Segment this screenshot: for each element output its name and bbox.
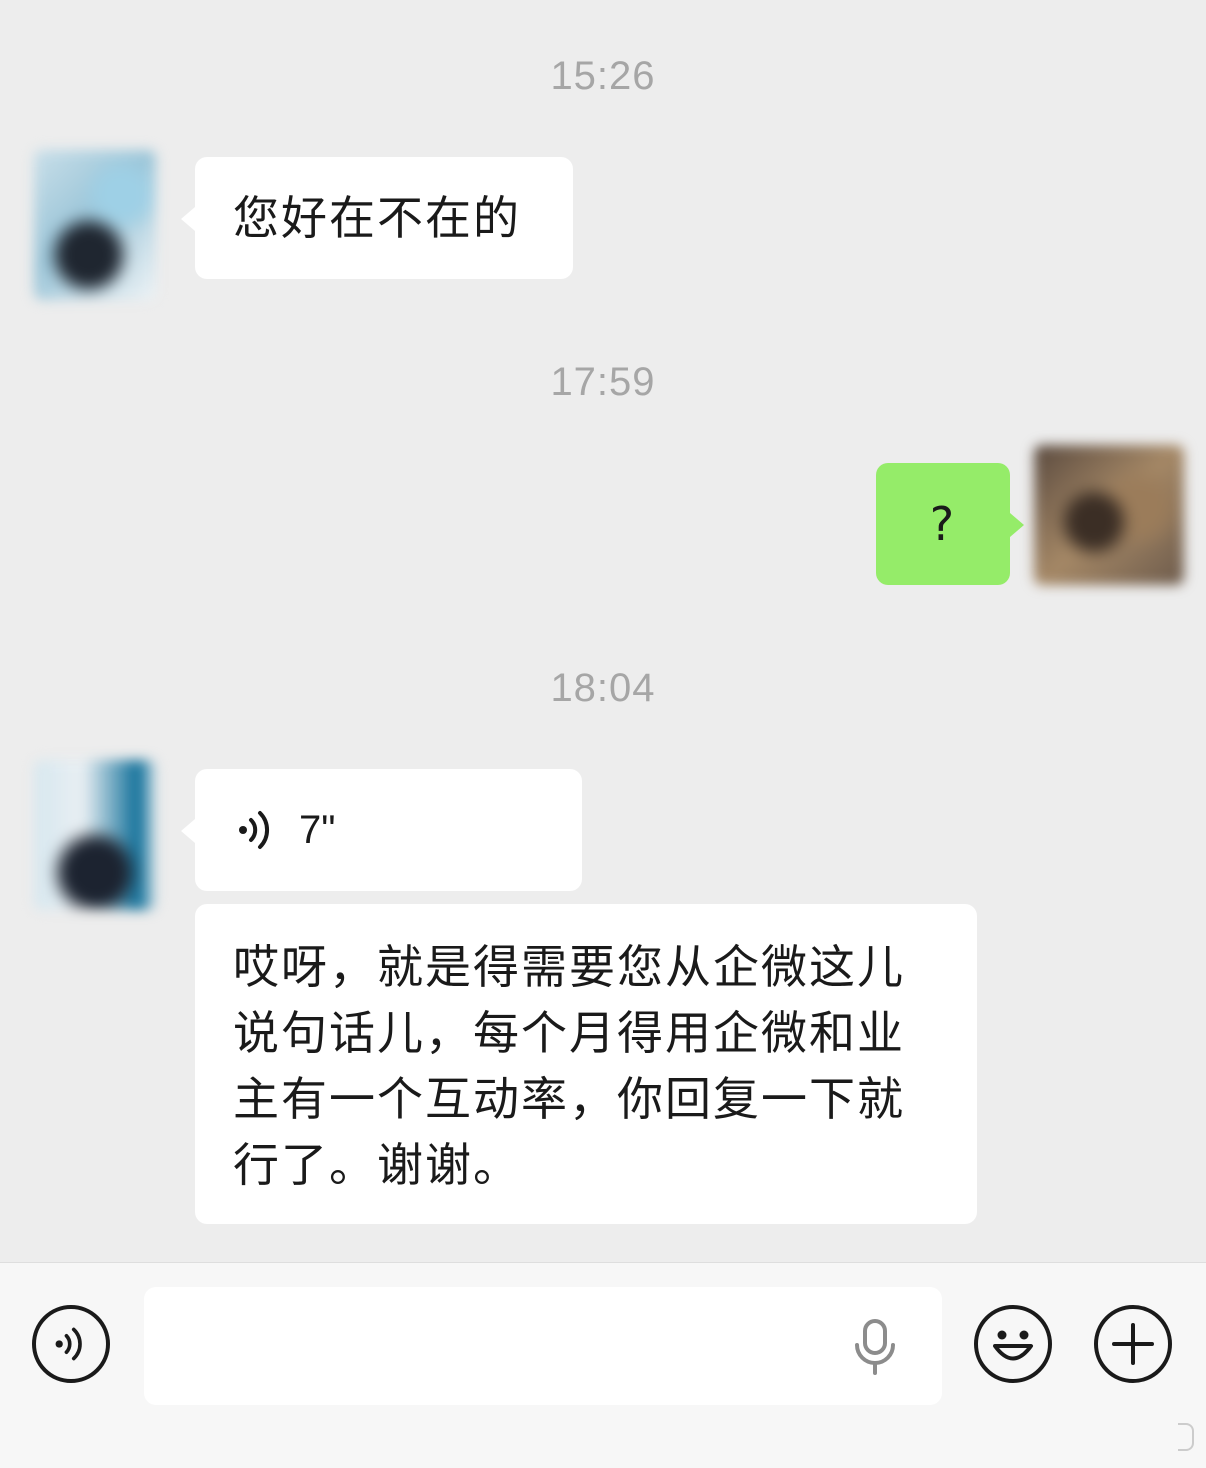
contact-avatar[interactable]: [34, 150, 156, 300]
emoji-button[interactable]: [974, 1305, 1052, 1383]
input-toolbar: [0, 1262, 1206, 1468]
voice-mode-icon: [55, 1327, 82, 1361]
my-avatar[interactable]: [1034, 445, 1184, 585]
transcription-bubble[interactable]: 哎呀，就是得需要您从企微这儿说句话儿，每个月得用企微和业主有一个互动率，你回复一…: [195, 904, 977, 1224]
more-options-button[interactable]: [1094, 1305, 1172, 1383]
message-text: 您好在不在的: [233, 191, 521, 245]
outgoing-message-bubble[interactable]: ?: [876, 463, 1024, 585]
microphone-icon[interactable]: [850, 1317, 900, 1377]
voice-wave-icon: [239, 811, 270, 849]
timestamp: 17:59: [550, 360, 656, 404]
chat-area: 15:26 您好在不在的 17:59 ? 18:04 7" 哎呀，就是得需要您从…: [0, 0, 1206, 1262]
voice-duration: 7": [299, 807, 336, 852]
voice-mode-button[interactable]: [32, 1305, 110, 1383]
watermark-mark: [1178, 1423, 1194, 1451]
message-text: ?: [929, 497, 957, 551]
contact-avatar[interactable]: [34, 760, 156, 910]
timestamp: 15:26: [550, 54, 656, 98]
timestamp: 18:04: [550, 666, 656, 710]
plus-icon: [1112, 1323, 1154, 1365]
incoming-message-bubble[interactable]: 您好在不在的: [181, 157, 573, 279]
message-text: 哎呀，就是得需要您从企微这儿说句话儿，每个月得用企微和业主有一个互动率，你回复一…: [233, 940, 905, 1192]
voice-message-bubble[interactable]: 7": [181, 769, 582, 891]
message-input[interactable]: [144, 1287, 942, 1405]
emoji-icon: [993, 1330, 1033, 1361]
